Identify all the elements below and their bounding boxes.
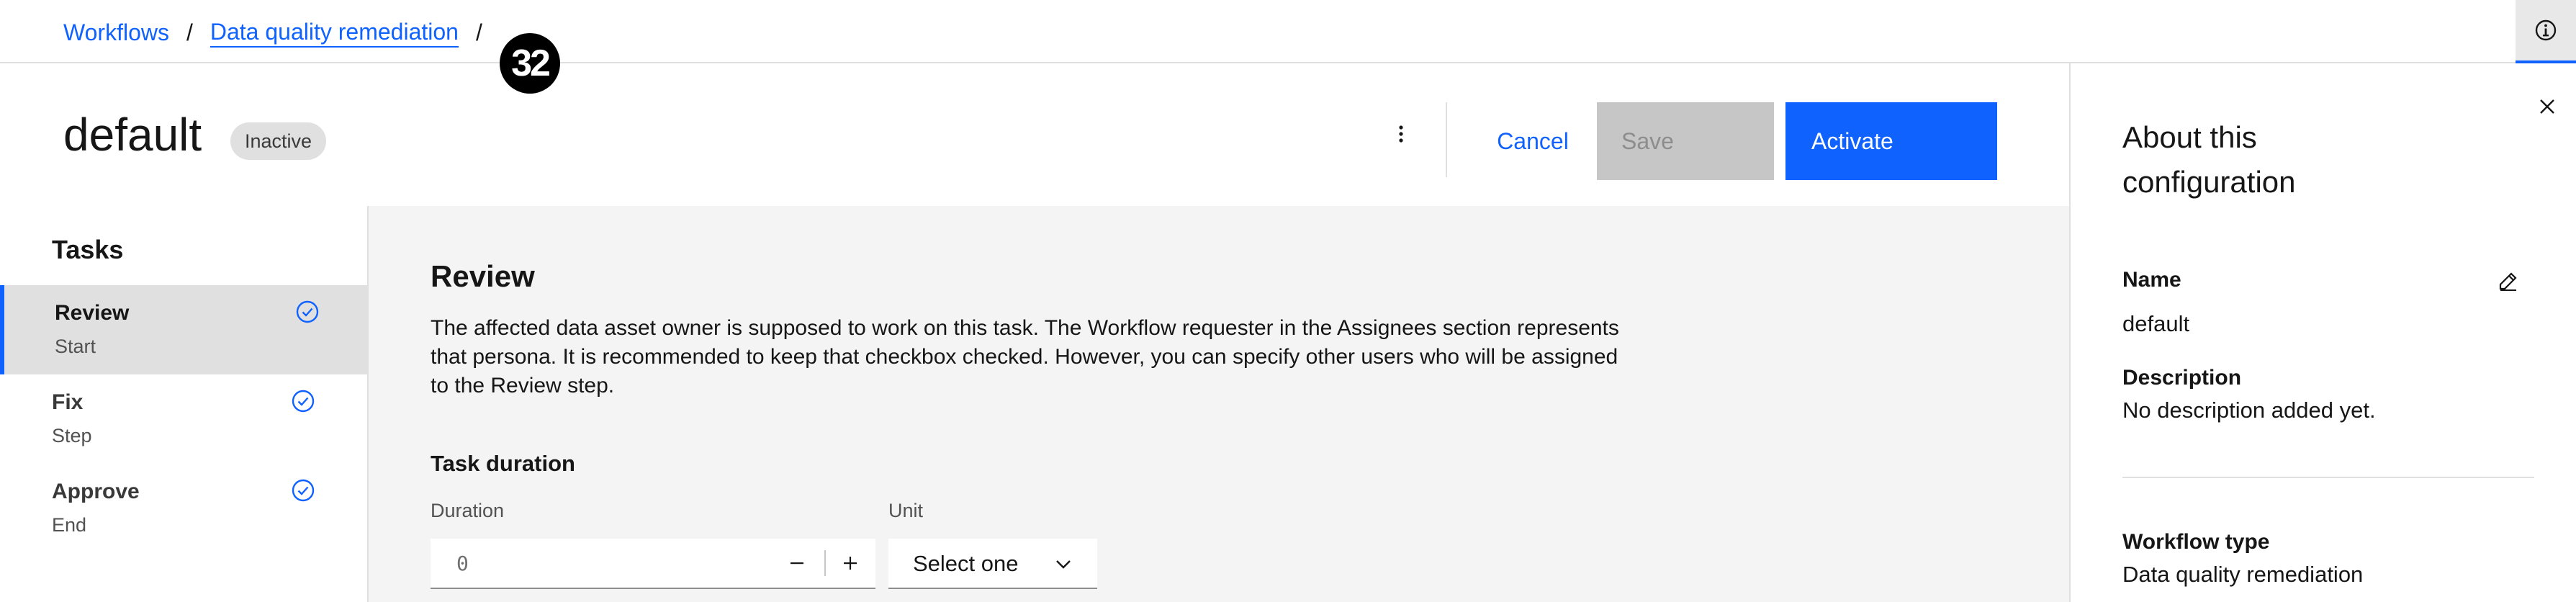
breadcrumb-separator: / xyxy=(475,19,482,45)
task-name: Fix xyxy=(52,390,84,414)
about-panel-title: About this configuration xyxy=(2122,120,2296,199)
breadcrumb-workflows-link[interactable]: Workflows xyxy=(63,18,169,47)
checkmark-circle-icon xyxy=(296,300,319,323)
description-value: No description added yet. xyxy=(2122,397,2376,423)
unit-dropdown[interactable]: Select one xyxy=(888,539,1097,589)
workflow-type-label: Workflow type xyxy=(2122,530,2270,554)
task-name: Approve xyxy=(52,480,140,503)
task-title: Review xyxy=(431,259,535,293)
task-details-panel: Review The affected data asset owner is … xyxy=(369,206,2069,602)
breadcrumb: Workflows / Data quality remediation / xyxy=(63,17,500,48)
info-icon xyxy=(2535,19,2557,41)
toolbar-divider xyxy=(1446,102,1447,177)
activate-button[interactable]: Activate xyxy=(1785,102,1997,180)
edit-name-button[interactable] xyxy=(2492,265,2524,297)
close-panel-button[interactable] xyxy=(2530,89,2564,124)
task-type: Start xyxy=(55,336,96,357)
task-item-approve[interactable]: Approve End xyxy=(0,464,367,553)
about-divider xyxy=(2122,477,2534,478)
minus-icon xyxy=(791,562,803,565)
edit-pencil-icon xyxy=(2499,272,2517,291)
workflow-type-value: Data quality remediation xyxy=(2122,562,2364,587)
name-value: default xyxy=(2122,311,2190,336)
breadcrumb-data-quality-link[interactable]: Data quality remediation xyxy=(210,17,459,48)
checkmark-circle-icon xyxy=(292,479,315,502)
step-number-badge: 32 xyxy=(500,33,560,94)
tasks-heading: Tasks xyxy=(52,235,124,264)
task-type: End xyxy=(52,514,87,536)
unit-label: Unit xyxy=(888,500,924,521)
tasks-sidebar: Tasks Review Start Fix Step Approve End xyxy=(0,206,369,602)
close-icon xyxy=(2540,99,2554,114)
name-label: Name xyxy=(2122,268,2181,292)
about-panel: About this configuration Name default De… xyxy=(2069,63,2576,602)
duration-value: 0 xyxy=(456,552,469,575)
duration-label: Duration xyxy=(431,500,505,521)
task-name: Review xyxy=(55,301,130,325)
checkmark-circle-icon xyxy=(292,390,315,413)
task-item-review[interactable]: Review Start xyxy=(0,285,367,374)
increment-button[interactable] xyxy=(825,539,875,588)
info-toggle-button[interactable] xyxy=(2516,0,2576,63)
task-type: Step xyxy=(52,425,92,446)
top-bar: Workflows / Data quality remediation / xyxy=(0,0,2576,63)
save-button[interactable]: Save xyxy=(1597,102,1774,180)
unit-selected-value: Select one xyxy=(913,551,1019,576)
cancel-button[interactable]: Cancel xyxy=(1464,102,1601,180)
plus-icon xyxy=(844,557,857,570)
decrement-button[interactable] xyxy=(772,539,822,588)
page-header: default Inactive Cancel Save Activate xyxy=(0,63,2069,206)
chevron-down-icon xyxy=(1056,560,1071,569)
task-duration-heading: Task duration xyxy=(431,451,575,476)
overflow-menu-icon xyxy=(1399,125,1403,143)
status-badge: Inactive xyxy=(230,122,327,160)
breadcrumb-separator: / xyxy=(186,19,193,45)
description-label: Description xyxy=(2122,366,2242,390)
task-description: The affected data asset owner is suppose… xyxy=(431,316,1619,397)
page-title: default xyxy=(63,109,202,161)
task-item-fix[interactable]: Fix Step xyxy=(0,374,367,464)
overflow-menu-button[interactable] xyxy=(1375,111,1427,157)
duration-number-input[interactable]: 0 xyxy=(431,539,875,589)
